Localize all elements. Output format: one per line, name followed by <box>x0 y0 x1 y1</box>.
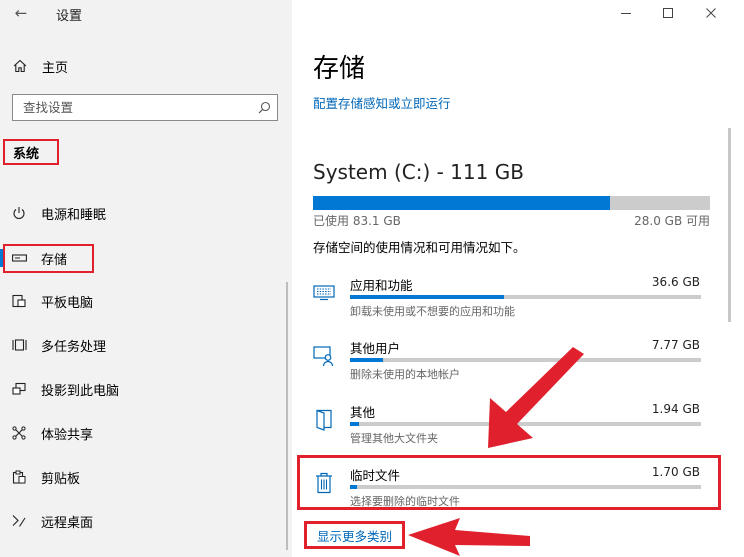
sidebar-item-label: 电源和睡眠 <box>41 207 107 223</box>
page-title: 存储 <box>313 54 366 84</box>
category-description: 选择要删除的临时文件 <box>350 495 460 508</box>
category-usage-bar <box>350 422 701 426</box>
shared-experience-icon <box>11 426 27 440</box>
category-description: 卸载未使用或不想要的应用和功能 <box>350 305 515 318</box>
sidebar-item-remote-desktop[interactable]: 远程桌面 <box>0 506 292 536</box>
sidebar-item-label: 体验共享 <box>41 427 94 443</box>
sidebar-item-label: 投影到此电脑 <box>41 383 120 399</box>
section-title-system: 系统 <box>3 139 59 165</box>
sidebar-item-shared-experience[interactable]: 体验共享 <box>0 418 292 448</box>
category-size: 7.77 GB <box>651 338 700 352</box>
category-apps-features[interactable]: 应用和功能 36.6 GB 卸载未使用或不想要的应用和功能 <box>310 275 710 329</box>
remote-desktop-icon <box>11 514 27 528</box>
project-icon <box>11 382 27 396</box>
category-description: 删除未使用的本地帐户 <box>350 368 460 381</box>
minimize-button[interactable] <box>610 2 642 24</box>
sidebar-item-label: 剪贴板 <box>41 471 81 487</box>
tablet-icon <box>11 294 27 308</box>
minimize-icon <box>621 13 631 14</box>
app-title: 设置 <box>56 9 83 24</box>
sidebar-item-clipboard[interactable]: 剪贴板 <box>0 462 292 492</box>
folder-icon <box>312 408 336 432</box>
sidebar-scrollbar[interactable] <box>286 282 288 550</box>
drive-title: System (C:) - 111 GB <box>313 160 524 184</box>
category-usage-bar <box>350 485 701 489</box>
category-name: 临时文件 <box>350 468 401 483</box>
category-size: 36.6 GB <box>651 275 700 289</box>
category-name: 其他 <box>350 405 376 420</box>
sidebar-item-tablet[interactable]: 平板电脑 <box>0 286 292 316</box>
sidebar-item-power-sleep[interactable]: 电源和睡眠 <box>0 198 292 228</box>
close-icon <box>706 8 716 18</box>
sidebar-item-project[interactable]: 投影到此电脑 <box>0 374 292 404</box>
category-usage-fill <box>350 358 384 362</box>
apps-icon <box>312 281 336 305</box>
close-button[interactable] <box>695 2 727 24</box>
sidebar-item-label: 平板电脑 <box>41 295 94 311</box>
drive-usage-bar <box>313 196 710 210</box>
drive-usage-fill <box>313 196 610 210</box>
free-space-label: 28.0 GB 可用 <box>634 214 710 228</box>
trash-icon <box>312 471 336 495</box>
storage-sense-link[interactable]: 配置存储感知或立即运行 <box>313 93 451 112</box>
show-more-categories-link[interactable]: 显示更多类别 <box>304 521 405 549</box>
category-size: 1.94 GB <box>651 402 700 416</box>
category-usage-bar <box>350 295 701 299</box>
sidebar-item-label: 远程桌面 <box>41 515 94 531</box>
nav-home[interactable]: 主页 <box>0 52 292 80</box>
maximize-button[interactable] <box>652 2 684 24</box>
clipboard-icon <box>11 470 27 484</box>
multitasking-icon <box>11 338 27 352</box>
search-icon[interactable] <box>251 101 277 114</box>
category-name: 其他用户 <box>350 341 401 356</box>
power-icon <box>11 206 27 220</box>
category-usage-fill <box>350 422 359 426</box>
content-scrollbar[interactable] <box>728 128 731 322</box>
category-other[interactable]: 其他 1.94 GB 管理其他大文件夹 <box>310 402 710 456</box>
category-other-users[interactable]: 其他用户 7.77 GB 删除未使用的本地帐户 <box>310 338 710 392</box>
arrow-to-show-more <box>408 518 530 556</box>
category-size: 1.70 GB <box>651 465 700 479</box>
search-input[interactable] <box>13 95 251 120</box>
home-icon <box>12 59 28 73</box>
back-arrow-icon: ← <box>14 4 28 22</box>
category-description: 管理其他大文件夹 <box>350 432 438 445</box>
usage-description: 存储空间的使用情况和可用情况如下。 <box>313 240 526 255</box>
category-usage-fill <box>350 485 358 489</box>
maximize-icon <box>663 8 673 18</box>
used-space-label: 已使用 83.1 GB <box>313 214 401 228</box>
storage-icon <box>11 253 27 263</box>
nav-home-label: 主页 <box>42 60 69 76</box>
category-name: 应用和功能 <box>350 278 413 293</box>
category-usage-fill <box>350 295 505 299</box>
sidebar-item-label: 多任务处理 <box>41 339 107 355</box>
sidebar-item-label: 存储 <box>41 252 68 268</box>
other-users-icon <box>312 344 336 368</box>
sidebar-item-multitasking[interactable]: 多任务处理 <box>0 330 292 360</box>
category-usage-bar <box>350 358 701 362</box>
navigation-pane: ← 设置 主页 系统 电源和睡眠 存储 平板电脑 <box>0 0 292 557</box>
back-button[interactable]: ← <box>10 4 32 22</box>
search-box[interactable] <box>12 94 278 121</box>
sidebar-item-storage[interactable]: 存储 <box>0 243 292 273</box>
category-temporary-files[interactable]: 临时文件 1.70 GB 选择要删除的临时文件 <box>310 465 710 519</box>
